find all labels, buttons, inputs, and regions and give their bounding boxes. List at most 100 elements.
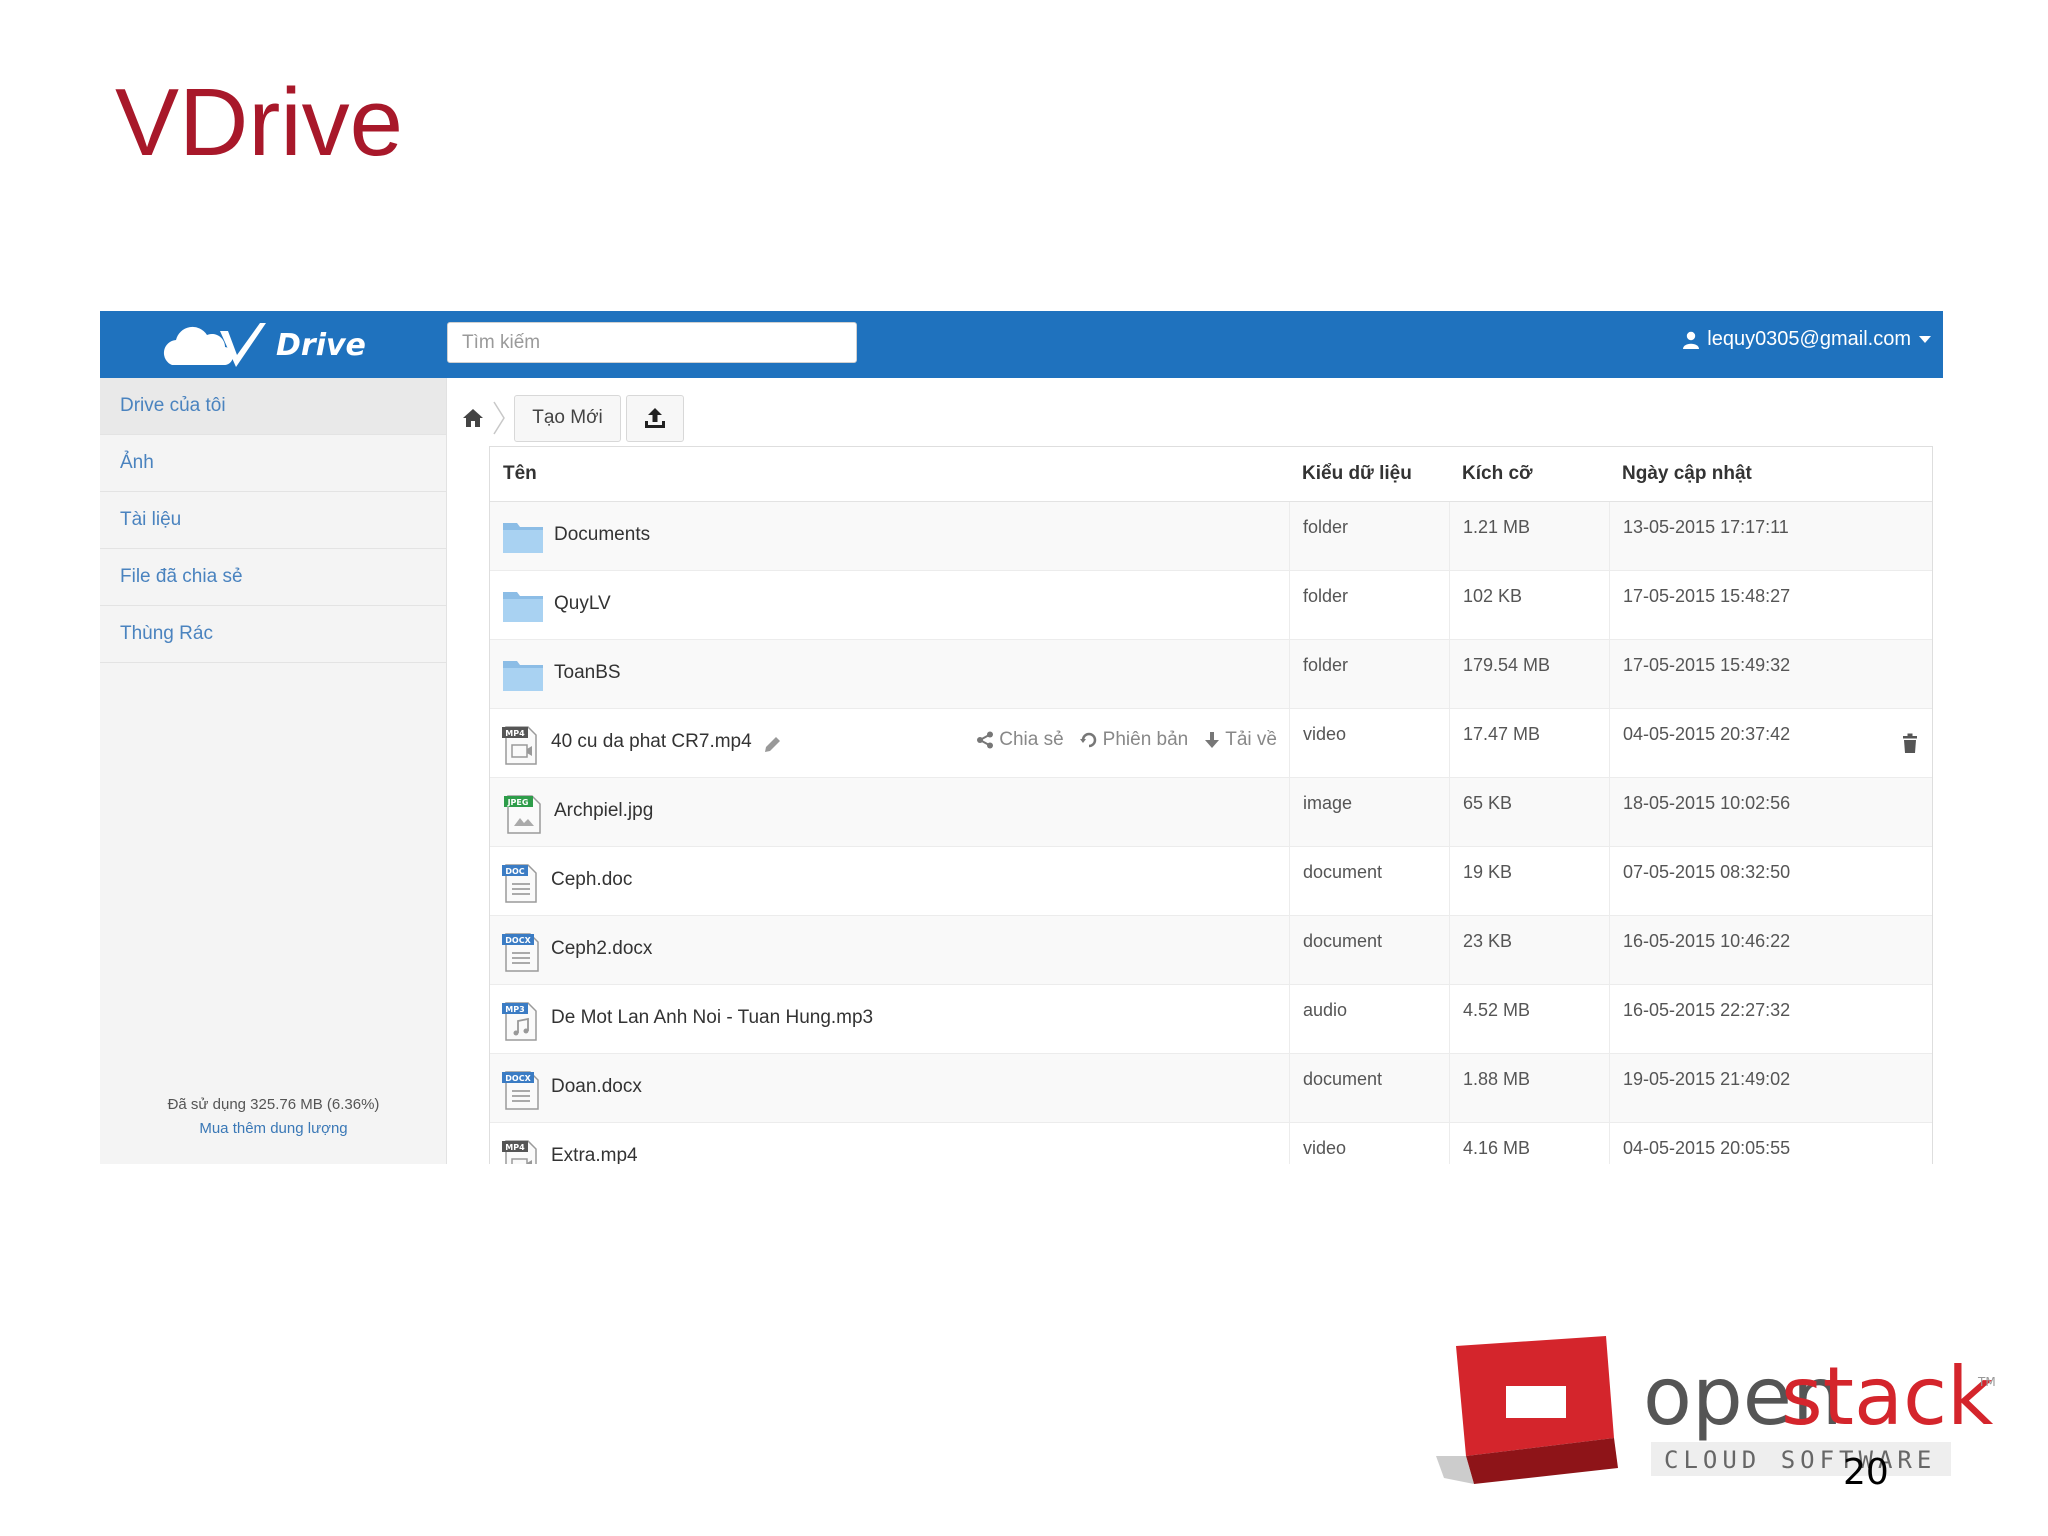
file-date: 07-05-2015 08:32:50 [1623,862,1791,882]
file-badge: DOC [505,867,524,876]
search-input[interactable] [447,322,857,363]
sidebar-item-trash[interactable]: Thùng Rác [100,606,446,663]
user-menu[interactable]: lequy0305@gmail.com [1683,328,1931,351]
slide-title: VDrive [115,69,404,176]
file-badge: DOCX [505,1074,531,1083]
file-date: 16-05-2015 22:27:32 [1623,1000,1791,1020]
brand-name: Drive [276,327,366,363]
row-actions: Chia sẻ Phiên bản Tải về [976,729,1277,751]
file-date: 17-05-2015 15:49:32 [1623,655,1791,675]
table-header: Tên Kiểu dữ liệu Kích cỡ Ngày cập nhật [490,447,1932,502]
cloud-logo-icon [163,323,266,367]
file-name[interactable]: QuyLV [554,593,611,615]
file-size: 1.88 MB [1450,1054,1610,1122]
file-name[interactable]: Archpiel.jpg [554,800,653,822]
file-type: audio [1290,985,1450,1053]
versions-action[interactable]: Phiên bản [1079,729,1189,751]
upload-icon [645,408,665,428]
table-row[interactable]: DOCX Doan.docx document 1.88 MB 19-05-20… [490,1054,1932,1123]
share-label: Chia sẻ [999,729,1064,750]
file-badge: DOCX [505,936,531,945]
top-navbar: Drive lequy0305@gmail.com [100,311,1943,378]
file-size: 17.47 MB [1450,709,1610,777]
sidebar-item-shared-files[interactable]: File đã chia sẻ [100,549,446,606]
sidebar: Drive của tôi Ảnh Tài liệu File đã chia … [100,378,447,1164]
download-action[interactable]: Tải về [1204,729,1277,751]
file-date: 17-05-2015 15:48:27 [1623,586,1791,606]
table-row[interactable]: JPEG Archpiel.jpg image 65 KB 18-05-2015… [490,778,1932,847]
breadcrumb-chevron-icon [493,401,505,435]
user-email: lequy0305@gmail.com [1707,328,1911,350]
cloud-software-label: CLOUD SOFTWARE [1664,1446,1936,1474]
header-name[interactable]: Tên [490,463,1289,485]
file-name[interactable]: Extra.mp4 [551,1145,638,1164]
file-type: folder [1290,571,1450,639]
file-name[interactable]: Ceph2.docx [551,938,652,960]
toolbar: Tạo Mới [462,393,684,443]
file-date: 04-05-2015 20:37:42 [1623,724,1791,744]
openstack-cube-icon [1436,1336,1618,1484]
share-icon [977,731,994,749]
jpeg-file-icon: JPEG [504,795,541,834]
docx-file-icon: DOCX [502,1071,539,1110]
download-label: Tải về [1225,729,1277,750]
header-size[interactable]: Kích cỡ [1449,463,1609,485]
create-new-button[interactable]: Tạo Mới [514,394,621,442]
file-size: 4.16 MB [1450,1123,1610,1164]
pencil-edit-icon[interactable] [764,735,782,753]
user-icon [1683,331,1700,349]
file-badge: JPEG [507,798,529,807]
file-name[interactable]: Documents [554,524,650,546]
vdrive-app: Drive lequy0305@gmail.com Drive của tôi … [100,311,1943,1164]
file-type: document [1290,847,1450,915]
caret-down-icon [1919,335,1931,343]
file-type: video [1290,1123,1450,1164]
buy-more-storage-link[interactable]: Mua thêm dung lượng [100,1117,447,1141]
table-row[interactable]: Documents folder 1.21 MB 13-05-2015 17:1… [490,502,1932,571]
file-name[interactable]: ToanBS [554,662,621,684]
header-date[interactable]: Ngày cập nhật [1609,463,1932,485]
file-size: 1.21 MB [1450,502,1610,570]
mp3-file-icon: MP3 [502,1002,537,1041]
share-action[interactable]: Chia sẻ [976,729,1064,751]
table-row[interactable]: QuyLV folder 102 KB 17-05-2015 15:48:27 [490,571,1932,640]
file-name[interactable]: 40 cu da phat CR7.mp4 [551,731,752,753]
sidebar-item-my-drive[interactable]: Drive của tôi [100,378,446,435]
file-type: folder [1290,502,1450,570]
file-type: video [1290,709,1450,777]
file-size: 23 KB [1450,916,1610,984]
table-row[interactable]: DOCX Ceph2.docx document 23 KB 16-05-201… [490,916,1932,985]
file-date: 19-05-2015 21:49:02 [1623,1069,1791,1089]
table-row[interactable]: DOC Ceph.doc document 19 KB 07-05-2015 0… [490,847,1932,916]
table-row[interactable]: MP3 De Mot Lan Anh Noi - Tuan Hung.mp3 a… [490,985,1932,1054]
file-date: 18-05-2015 10:02:56 [1623,793,1791,813]
file-size: 179.54 MB [1450,640,1610,708]
trash-icon[interactable] [1902,733,1918,753]
storage-usage: Đã sử dụng 325.76 MB (6.36%) Mua thêm du… [100,1093,447,1141]
create-new-label: Tạo Mới [532,407,603,428]
upload-button[interactable] [626,394,684,442]
file-type: document [1290,1054,1450,1122]
file-name[interactable]: De Mot Lan Anh Noi - Tuan Hung.mp3 [551,1007,873,1029]
file-table: Tên Kiểu dữ liệu Kích cỡ Ngày cập nhật D… [489,446,1933,1164]
table-row[interactable]: ToanBS folder 179.54 MB 17-05-2015 15:49… [490,640,1932,709]
table-row[interactable]: MP4 40 cu da phat CR7.mp4 Chia sẻ Phiên … [490,709,1932,778]
trademark-label: TM [1977,1375,1996,1389]
file-date: 04-05-2015 20:05:55 [1623,1138,1791,1158]
versions-label: Phiên bản [1102,729,1189,750]
openstack-wordmark-stack: stack [1781,1350,1994,1443]
table-row[interactable]: MP4 Extra.mp4 video 4.16 MB 04-05-2015 2… [490,1123,1932,1164]
file-type: document [1290,916,1450,984]
folder-icon [503,661,543,691]
sidebar-item-documents[interactable]: Tài liệu [100,492,446,549]
file-type: folder [1290,640,1450,708]
file-name[interactable]: Ceph.doc [551,869,632,891]
folder-icon [503,592,543,622]
home-icon[interactable] [462,408,484,428]
file-name[interactable]: Doan.docx [551,1076,642,1098]
page-number: 20 [1843,1452,1889,1493]
file-date: 16-05-2015 10:46:22 [1623,931,1791,951]
sidebar-item-photos[interactable]: Ảnh [100,435,446,492]
header-type[interactable]: Kiểu dữ liệu [1289,463,1449,485]
vdrive-logo[interactable]: Drive [162,319,462,371]
